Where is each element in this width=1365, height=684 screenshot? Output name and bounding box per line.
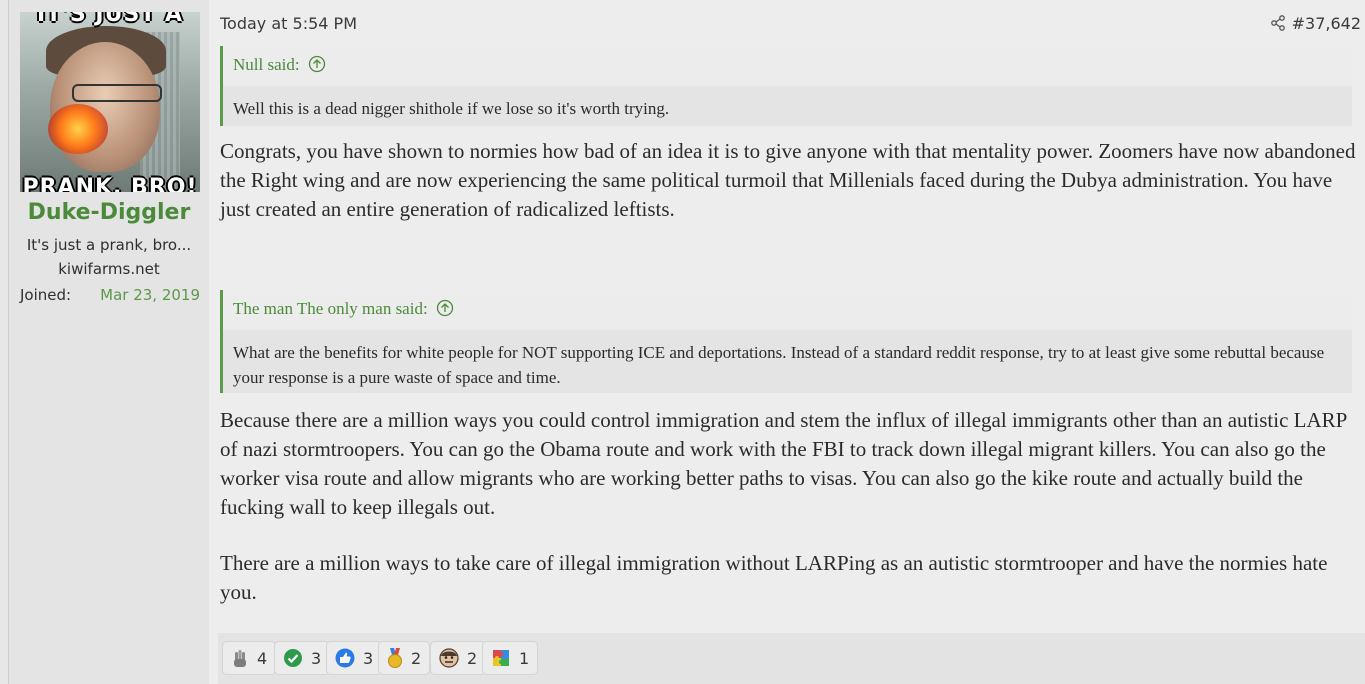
quote-header[interactable]: Null said:: [223, 46, 1352, 86]
arrow-up-circle-icon[interactable]: [308, 55, 326, 73]
post-container: IT'S JUST A PRANK, BRO! Duke-Diggler It'…: [8, 0, 1365, 684]
joined-label: Joined:: [20, 286, 72, 304]
face-icon: [439, 648, 459, 668]
avatar-fire-graphic: [48, 104, 108, 154]
user-info-column: IT'S JUST A PRANK, BRO! Duke-Diggler It'…: [9, 0, 209, 684]
reaction-face[interactable]: 2: [430, 641, 487, 675]
post-paragraph: Because there are a million ways you cou…: [220, 408, 1347, 519]
quote-header[interactable]: The man The only man said:: [223, 290, 1352, 330]
post-paragraph: Congrats, you have shown to normies how …: [220, 139, 1356, 221]
reaction-count: 3: [311, 648, 322, 668]
reaction-count: 4: [257, 648, 268, 668]
post-paragraph: There are a million ways to take care of…: [220, 551, 1328, 604]
post-date-link[interactable]: Today at 5:54 PM: [220, 14, 357, 33]
quote-block: The man The only man said: What are the …: [220, 290, 1352, 393]
avatar-caption-bottom: PRANK, BRO!: [22, 175, 198, 192]
quote-author[interactable]: Null said:: [233, 55, 300, 74]
medal-icon: [388, 648, 402, 668]
username-link[interactable]: Duke-Diggler: [9, 200, 209, 225]
reactions-bar: 4 3 3 2 2 1: [218, 633, 1365, 684]
reaction-count: 3: [363, 648, 374, 668]
reaction-thumbs-up[interactable]: 3: [326, 641, 383, 675]
post-number-link[interactable]: #37,642: [1292, 14, 1361, 33]
avatar-glasses-graphic: [72, 84, 162, 102]
avatar[interactable]: IT'S JUST A PRANK, BRO!: [20, 12, 200, 192]
quote-text: What are the benefits for white people f…: [233, 343, 1325, 387]
share-icon[interactable]: [1270, 15, 1286, 31]
reaction-count: 2: [411, 648, 422, 668]
puzzle-icon: [493, 650, 509, 666]
checkmark-icon: [284, 649, 302, 667]
quote-block: Null said: Well this is a dead nigger sh…: [220, 46, 1352, 126]
user-site: kiwifarms.net: [58, 260, 160, 278]
reaction-medal[interactable]: 2: [378, 641, 431, 675]
arrow-up-circle-icon[interactable]: [436, 299, 454, 317]
quote-text: Well this is a dead nigger shithole if w…: [233, 99, 670, 118]
avatar-caption-top: IT'S JUST A: [36, 12, 184, 27]
post-main: Today at 5:54 PM #37,642 Null said: Well…: [218, 0, 1365, 684]
joined-date: Mar 23, 2019: [100, 286, 200, 304]
hand-icon: [234, 650, 246, 667]
reaction-checkmark[interactable]: 3: [274, 641, 331, 675]
user-title: It's just a prank, bro...: [26, 236, 192, 254]
quote-author[interactable]: The man The only man said:: [233, 299, 428, 318]
reaction-count: 1: [519, 648, 530, 668]
reaction-count: 2: [467, 648, 478, 668]
thumbs-up-icon: [335, 648, 355, 668]
reaction-hand[interactable]: 4: [222, 641, 277, 675]
reaction-puzzle[interactable]: 1: [482, 641, 539, 675]
